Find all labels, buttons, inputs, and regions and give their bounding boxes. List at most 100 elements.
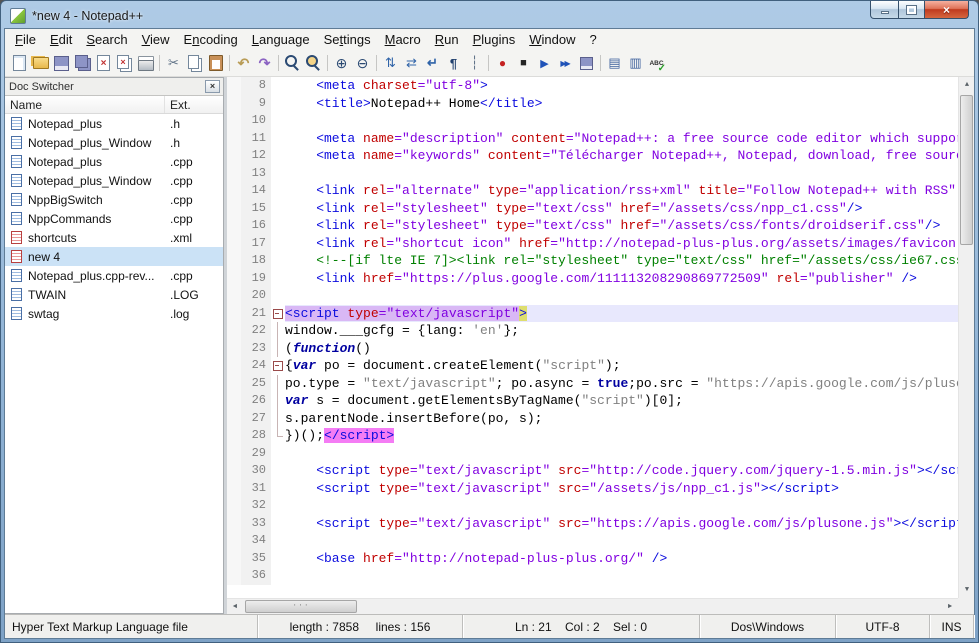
spell-check-icon[interactable] [646, 53, 667, 74]
close-icon[interactable] [93, 53, 114, 74]
editor-line[interactable]: 23(function() [227, 340, 958, 358]
save-all-icon[interactable] [72, 53, 93, 74]
replace-icon[interactable] [303, 53, 324, 74]
redo-icon[interactable] [254, 53, 275, 74]
editor-line[interactable]: 22window.___gcfg = {lang: 'en'}; [227, 322, 958, 340]
title-bar[interactable]: *new 4 - Notepad++ × [4, 1, 975, 28]
doc-switcher-row[interactable]: NppCommands.cpp [5, 209, 223, 228]
document-map-icon[interactable] [604, 53, 625, 74]
undo-icon[interactable] [233, 53, 254, 74]
horizontal-scroll-thumb[interactable] [245, 600, 357, 613]
editor-line[interactable]: 24{var po = document.createElement("scri… [227, 357, 958, 375]
doc-switcher-row[interactable]: Notepad_plus.h [5, 114, 223, 133]
menu-item-language[interactable]: Language [245, 30, 317, 49]
name-column-header[interactable]: Name [5, 96, 165, 113]
fold-marker[interactable] [271, 305, 285, 323]
paste-icon[interactable] [205, 53, 226, 74]
macro-record-icon[interactable] [492, 53, 513, 74]
doc-switcher-row[interactable]: Notepad_plus.cpp-rev....cpp [5, 266, 223, 285]
scroll-down-button[interactable] [959, 582, 974, 598]
editor-line[interactable]: 36 [227, 567, 958, 585]
doc-switcher-row[interactable]: Notepad_plus_Window.cpp [5, 171, 223, 190]
editor-line[interactable]: 10 [227, 112, 958, 130]
macro-save-icon[interactable] [576, 53, 597, 74]
editor-line[interactable]: 17<link rel="shortcut icon" href="http:/… [227, 235, 958, 253]
zoom-out-icon[interactable] [352, 53, 373, 74]
open-folder-icon[interactable] [30, 53, 51, 74]
doc-switcher-row[interactable]: new 4 [5, 247, 223, 266]
minimize-button[interactable] [870, 1, 899, 19]
editor-line[interactable]: 25po.type = "text/javascript"; po.async … [227, 375, 958, 393]
editor-line[interactable]: 13 [227, 165, 958, 183]
find-icon[interactable] [282, 53, 303, 74]
editor-line[interactable]: 32 [227, 497, 958, 515]
close-button[interactable]: × [924, 1, 969, 19]
editor-line[interactable]: 28})();</script> [227, 427, 958, 445]
editor-line[interactable]: 30<script type="text/javascript" src="ht… [227, 462, 958, 480]
vertical-scroll-thumb[interactable] [960, 95, 973, 245]
zoom-in-icon[interactable] [331, 53, 352, 74]
maximize-button[interactable] [898, 1, 925, 19]
sync-horizontal-icon[interactable] [401, 53, 422, 74]
save-icon[interactable] [51, 53, 72, 74]
copy-icon[interactable] [184, 53, 205, 74]
word-wrap-icon[interactable] [422, 53, 443, 74]
editor-line[interactable]: 11<meta name="description" content="Note… [227, 130, 958, 148]
scroll-left-button[interactable] [227, 599, 243, 614]
menu-item-encoding[interactable]: Encoding [177, 30, 245, 49]
editor[interactable]: 8<meta charset="utf-8">9<title>Notepad++… [227, 77, 974, 614]
editor-line[interactable]: 8<meta charset="utf-8"> [227, 77, 958, 95]
indent-guide-icon[interactable] [464, 53, 485, 74]
menu-item-plugins[interactable]: Plugins [466, 30, 523, 49]
editor-line[interactable]: 26var s = document.getElementsByTagName(… [227, 392, 958, 410]
doc-switcher-row[interactable]: TWAIN.LOG [5, 285, 223, 304]
fold-marker[interactable] [271, 357, 285, 375]
editor-line[interactable]: 27s.parentNode.insertBefore(po, s); [227, 410, 958, 428]
print-icon[interactable] [135, 53, 156, 74]
menu-item-edit[interactable]: Edit [43, 30, 79, 49]
macro-play-icon[interactable] [534, 53, 555, 74]
menu-item-view[interactable]: View [135, 30, 177, 49]
editor-line[interactable]: 19<link href="https://plus.google.com/11… [227, 270, 958, 288]
editor-line[interactable]: 15<link rel="stylesheet" type="text/css"… [227, 200, 958, 218]
editor-line[interactable]: 14<link rel="alternate" type="applicatio… [227, 182, 958, 200]
editor-line[interactable]: 33<script type="text/javascript" src="ht… [227, 515, 958, 533]
doc-switcher-icon[interactable] [625, 53, 646, 74]
macro-run-multiple-icon[interactable] [555, 53, 576, 74]
show-all-characters-icon[interactable] [443, 53, 464, 74]
editor-line[interactable]: 20 [227, 287, 958, 305]
doc-switcher-row[interactable]: Notepad_plus_Window.h [5, 133, 223, 152]
doc-switcher-row[interactable]: swtag.log [5, 304, 223, 323]
menu-item-settings[interactable]: Settings [317, 30, 378, 49]
scroll-right-button[interactable] [942, 599, 958, 614]
menu-item-help[interactable]: ? [583, 30, 604, 49]
vertical-scrollbar[interactable] [958, 77, 974, 598]
editor-line[interactable]: 29 [227, 445, 958, 463]
doc-switcher-row[interactable]: Notepad_plus.cpp [5, 152, 223, 171]
doc-switcher-row[interactable]: shortcuts.xml [5, 228, 223, 247]
cut-icon[interactable] [163, 53, 184, 74]
editor-line[interactable]: 31<script type="text/javascript" src="/a… [227, 480, 958, 498]
panel-close-button[interactable]: × [205, 80, 220, 93]
editor-line[interactable]: 35<base href="http://notepad-plus-plus.o… [227, 550, 958, 568]
sync-vertical-icon[interactable] [380, 53, 401, 74]
menu-item-run[interactable]: Run [428, 30, 466, 49]
editor-line[interactable]: 12<meta name="keywords" content="Télécha… [227, 147, 958, 165]
editor-line[interactable]: 21<script type="text/javascript"> [227, 305, 958, 323]
editor-line[interactable]: 34 [227, 532, 958, 550]
menu-item-search[interactable]: Search [79, 30, 134, 49]
doc-switcher-row[interactable]: NppBigSwitch.cpp [5, 190, 223, 209]
menu-item-macro[interactable]: Macro [378, 30, 428, 49]
new-file-icon[interactable] [9, 53, 30, 74]
horizontal-scrollbar[interactable] [227, 598, 958, 614]
menu-item-file[interactable]: File [8, 30, 43, 49]
editor-line[interactable]: 9<title>Notepad++ Home</title> [227, 95, 958, 113]
close-all-icon[interactable] [114, 53, 135, 74]
file-name: NppBigSwitch [28, 193, 165, 207]
editor-line[interactable]: 18<!--[if lte IE 7]><link rel="styleshee… [227, 252, 958, 270]
editor-line[interactable]: 16<link rel="stylesheet" type="text/css"… [227, 217, 958, 235]
menu-item-window[interactable]: Window [522, 30, 582, 49]
macro-stop-icon[interactable] [513, 53, 534, 74]
ext-column-header[interactable]: Ext. [165, 96, 223, 113]
scroll-up-button[interactable] [959, 77, 974, 93]
